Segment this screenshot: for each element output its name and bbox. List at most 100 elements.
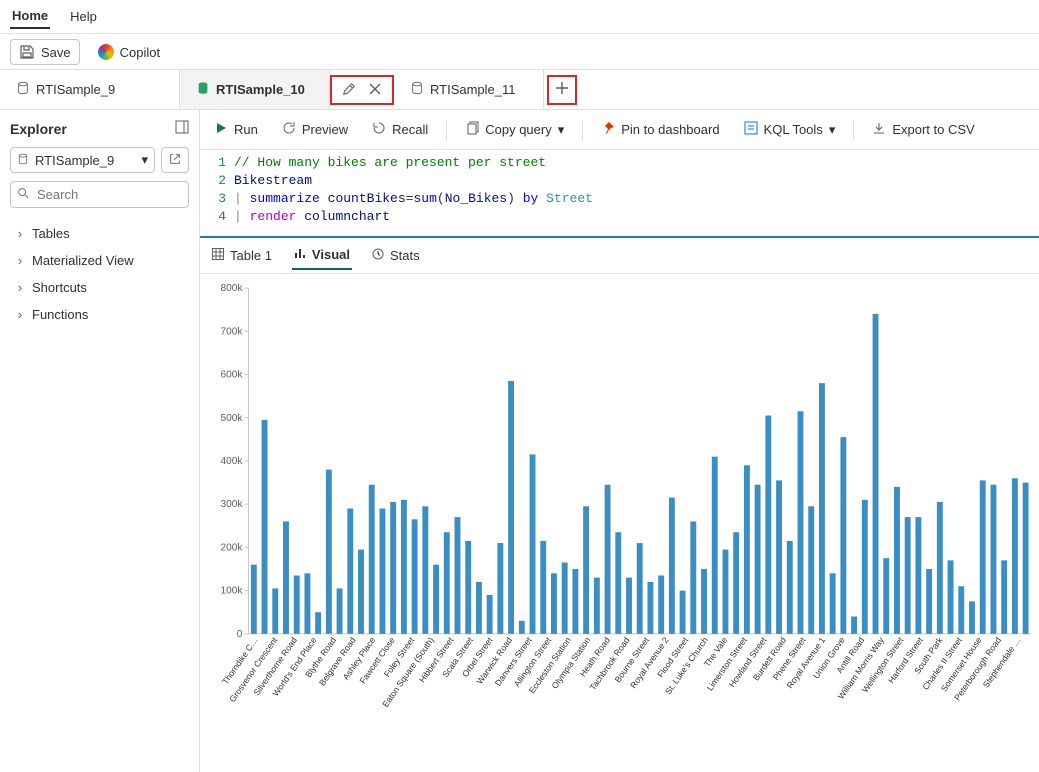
tab-rtisample-11[interactable]: RTISample_11 — [394, 70, 544, 109]
column-chart: 0100k200k300k400k500k600k700k800kThorndi… — [206, 282, 1035, 770]
svg-text:400k: 400k — [221, 456, 244, 467]
menu-bar: Home Help — [0, 0, 1039, 34]
tree-item-tables[interactable]: ›Tables — [10, 220, 189, 247]
add-tab-area — [544, 70, 580, 109]
close-icon — [369, 83, 381, 98]
external-link-icon — [169, 153, 181, 168]
export-csv-button[interactable]: Export to CSV — [866, 117, 980, 142]
svg-text:700k: 700k — [221, 326, 244, 337]
menu-home[interactable]: Home — [10, 4, 50, 29]
svg-text:100k: 100k — [221, 586, 244, 597]
copilot-label: Copilot — [120, 45, 160, 60]
search-input[interactable] — [35, 186, 215, 203]
recall-label: Recall — [392, 122, 428, 137]
save-label: Save — [41, 45, 71, 60]
chart-icon — [294, 247, 306, 262]
query-tabs: RTISample_9 RTISample_10 RTISample_11 — [0, 70, 1039, 110]
editor-gutter: 1234 — [200, 154, 234, 226]
svg-text:300k: 300k — [221, 499, 244, 510]
chevron-down-icon: ▾ — [558, 122, 565, 138]
close-tab-button[interactable] — [362, 77, 388, 103]
separator — [582, 120, 583, 140]
chart-container: 0100k200k300k400k500k600k700k800kThorndi… — [200, 274, 1039, 772]
table-icon — [212, 248, 224, 263]
editor-code[interactable]: // How many bikes are present per street… — [234, 154, 1039, 226]
tree-item-materialized-view[interactable]: › Materialized View — [10, 247, 189, 274]
svg-text:600k: 600k — [221, 370, 244, 381]
query-editor[interactable]: 1234 // How many bikes are present per s… — [200, 150, 1039, 236]
result-tab-stats[interactable]: Stats — [370, 242, 422, 269]
export-label: Export to CSV — [892, 122, 974, 137]
database-selector[interactable]: RTISample_9 ▾ — [10, 147, 155, 173]
rename-tab-button[interactable] — [336, 77, 362, 103]
result-tabs: Table 1 Visual Stats — [200, 238, 1039, 274]
add-tab-button[interactable] — [547, 75, 577, 105]
panel-collapse-icon[interactable] — [175, 120, 189, 137]
tab-label: Stats — [390, 248, 420, 263]
main-toolbar: Save Copilot — [0, 34, 1039, 70]
recall-button[interactable]: Recall — [366, 117, 434, 142]
save-button[interactable]: Save — [10, 39, 80, 65]
content-area: Run Preview Recall Copy query ▾ Pin to d… — [200, 110, 1039, 772]
chevron-right-icon: › — [14, 307, 26, 322]
chevron-right-icon: › — [14, 280, 26, 295]
database-selected-label: RTISample_9 — [35, 153, 135, 168]
menu-help[interactable]: Help — [68, 5, 99, 28]
database-icon — [410, 81, 424, 98]
save-icon — [19, 44, 35, 60]
query-toolbar: Run Preview Recall Copy query ▾ Pin to d… — [200, 110, 1039, 150]
explorer-panel: Explorer RTISample_9 ▾ — [0, 110, 200, 772]
copy-icon — [465, 121, 479, 138]
explorer-title: Explorer — [10, 121, 67, 137]
tab-actions-highlight — [330, 75, 394, 105]
clock-icon — [372, 248, 384, 263]
copy-query-button[interactable]: Copy query ▾ — [459, 117, 570, 142]
tab-label: Table 1 — [230, 248, 272, 263]
preview-button[interactable]: Preview — [276, 117, 354, 142]
chevron-right-icon: › — [14, 226, 26, 241]
chevron-right-icon: › — [14, 253, 26, 268]
copy-label: Copy query — [485, 122, 551, 137]
pencil-icon — [342, 82, 356, 99]
run-label: Run — [234, 122, 258, 137]
separator — [853, 120, 854, 140]
tab-label: RTISample_11 — [430, 82, 516, 97]
tab-rtisample-10[interactable]: RTISample_10 — [180, 70, 330, 109]
tree-item-shortcuts[interactable]: › Shortcuts — [10, 274, 189, 301]
pin-dashboard-button[interactable]: Pin to dashboard — [595, 117, 725, 142]
export-icon — [872, 121, 886, 138]
tools-label: KQL Tools — [764, 122, 823, 137]
copilot-icon — [98, 44, 114, 60]
search-icon — [17, 187, 29, 202]
result-tab-table[interactable]: Table 1 — [210, 242, 274, 269]
tree-item-label: Functions — [32, 307, 88, 322]
tools-icon — [744, 121, 758, 138]
separator — [446, 120, 447, 140]
tab-rtisample-9[interactable]: RTISample_9 — [0, 70, 180, 109]
pin-icon — [601, 121, 615, 138]
pin-label: Pin to dashboard — [621, 122, 719, 137]
plus-icon — [555, 81, 569, 98]
refresh-icon — [282, 121, 296, 138]
tree-item-label: Materialized View — [32, 253, 134, 268]
svg-text:800k: 800k — [221, 283, 244, 294]
database-icon — [17, 153, 29, 168]
tree-item-label: Shortcuts — [32, 280, 87, 295]
svg-text:500k: 500k — [221, 413, 244, 424]
result-tab-visual[interactable]: Visual — [292, 241, 352, 270]
database-green-icon — [196, 81, 210, 98]
tree-item-functions[interactable]: › Functions — [10, 301, 189, 328]
database-icon — [16, 81, 30, 98]
copilot-button[interactable]: Copilot — [90, 40, 168, 64]
explorer-search[interactable] — [10, 181, 189, 208]
recall-icon — [372, 121, 386, 138]
run-button[interactable]: Run — [208, 117, 264, 142]
kql-tools-button[interactable]: KQL Tools ▾ — [738, 117, 842, 142]
svg-text:0: 0 — [237, 629, 243, 640]
open-external-button[interactable] — [161, 147, 189, 173]
svg-text:200k: 200k — [221, 542, 244, 553]
play-icon — [214, 121, 228, 138]
chevron-down-icon: ▾ — [829, 122, 836, 138]
tab-label: RTISample_10 — [216, 82, 305, 97]
result-area: Table 1 Visual Stats 0 100k 200k 300k 400k 50… — [200, 236, 1039, 772]
